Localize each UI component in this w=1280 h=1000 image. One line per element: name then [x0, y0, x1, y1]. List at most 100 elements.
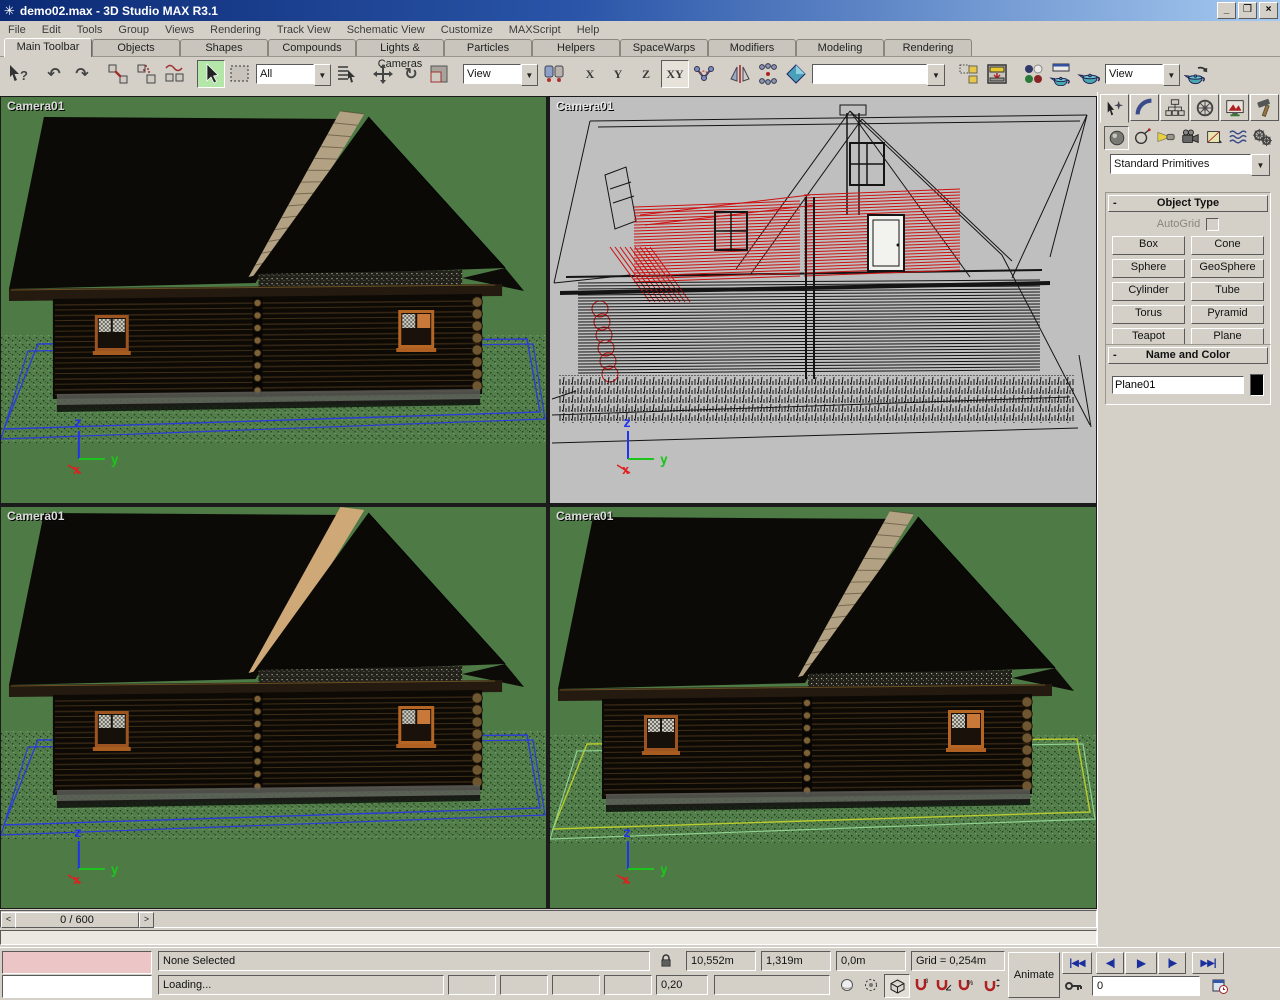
lights-category-button[interactable]	[1154, 126, 1177, 148]
utilities-tab[interactable]	[1250, 94, 1279, 121]
restrict-x-button[interactable]: X	[577, 61, 603, 87]
tab-spacewarps[interactable]: SpaceWarps	[620, 39, 708, 56]
object-category-dropdown[interactable]: Standard Primitives ▼	[1110, 154, 1270, 176]
cameras-category-button[interactable]	[1178, 126, 1201, 148]
chevron-down-icon[interactable]: ▼	[926, 64, 945, 86]
systems-category-button[interactable]	[1250, 126, 1273, 148]
menu-views[interactable]: Views	[157, 23, 202, 37]
manipulate-button[interactable]	[691, 61, 717, 87]
display-tab[interactable]	[1220, 94, 1249, 121]
next-frame-button[interactable]: |▶	[1158, 952, 1186, 974]
soft-selection-button[interactable]	[836, 975, 858, 995]
restrict-xy-plane-button[interactable]: XY	[661, 60, 689, 88]
viewport-bottom-right[interactable]: zyx Camera01	[550, 507, 1096, 908]
angle-snap-button[interactable]	[934, 975, 954, 995]
render-type-dropdown[interactable]: View ▼	[1105, 64, 1180, 86]
tab-particles[interactable]: Particles	[444, 39, 532, 56]
open-track-view-button[interactable]	[984, 61, 1010, 87]
go-to-end-button[interactable]: ▶▶|	[1192, 952, 1224, 974]
restrict-y-button[interactable]: Y	[605, 61, 631, 87]
time-prev-arrow[interactable]: <	[1, 912, 16, 928]
bind-to-spacewarp-button[interactable]	[161, 61, 187, 87]
object-type-sphere-button[interactable]: Sphere	[1112, 259, 1185, 278]
viewport-top-right[interactable]: zyx Camera01	[550, 97, 1096, 503]
object-type-cone-button[interactable]: Cone	[1191, 236, 1264, 255]
material-editor-button[interactable]	[1020, 61, 1046, 87]
menu-help[interactable]: Help	[569, 23, 608, 37]
select-by-name-button[interactable]	[334, 61, 360, 87]
array-button[interactable]	[783, 61, 809, 87]
open-schematic-view-button[interactable]	[956, 61, 982, 87]
previous-frame-button[interactable]: ◀|	[1096, 952, 1124, 974]
chevron-down-icon[interactable]: ▼	[1162, 64, 1180, 86]
select-and-rotate-button[interactable]: ↻	[398, 61, 424, 87]
tab-main-toolbar[interactable]: Main Toolbar	[4, 38, 92, 57]
restrict-z-button[interactable]: Z	[633, 61, 659, 87]
percent-snap-button[interactable]: %	[956, 975, 976, 995]
object-type-geosphere-button[interactable]: GeoSphere	[1191, 259, 1264, 278]
helpers-category-button[interactable]	[1202, 126, 1225, 148]
track-bar[interactable]	[0, 930, 1097, 945]
region-select-button[interactable]	[227, 61, 253, 87]
object-type-box-button[interactable]: Box	[1112, 236, 1185, 255]
menu-schematic-view[interactable]: Schematic View	[339, 23, 433, 37]
play-button[interactable]: ▶	[1125, 952, 1157, 974]
minimize-button[interactable]: _	[1217, 2, 1236, 19]
selection-lock-button[interactable]	[655, 951, 677, 971]
title-bar[interactable]: ✳ demo02.max - 3D Studio MAX R3.1 _ ❐ ×	[0, 0, 1280, 21]
maxscript-mini-listener-pink[interactable]	[2, 951, 152, 974]
snap-toggle-button[interactable]	[884, 974, 910, 998]
object-type-rollout-header[interactable]: - Object Type	[1108, 195, 1268, 212]
render-last-button[interactable]	[1183, 61, 1209, 87]
tab-helpers[interactable]: Helpers	[532, 39, 620, 56]
crossing-selection-button[interactable]	[860, 975, 882, 995]
time-slider-track[interactable]	[0, 910, 1097, 928]
chevron-down-icon[interactable]: ▼	[313, 64, 331, 86]
select-object-button[interactable]	[197, 60, 225, 88]
spinner-snap-button[interactable]	[982, 975, 1002, 995]
set-key-button[interactable]	[1062, 976, 1086, 996]
shapes-category-button[interactable]	[1130, 126, 1153, 148]
spacewarps-category-button[interactable]	[1226, 126, 1249, 148]
unlink-button[interactable]	[133, 61, 159, 87]
tab-modifiers[interactable]: Modifiers	[708, 39, 796, 56]
viewport-top-left[interactable]: zyx Camera01	[1, 97, 546, 503]
degradation-field[interactable]: 0,20	[656, 975, 708, 995]
object-color-swatch[interactable]	[1250, 374, 1264, 396]
coordinate-z-field[interactable]: 0,0m	[836, 951, 906, 971]
quick-render-button[interactable]	[1076, 61, 1102, 87]
animate-button[interactable]: Animate	[1008, 952, 1060, 998]
time-slider-thumb[interactable]: 0 / 600	[15, 912, 139, 928]
restore-button[interactable]: ❐	[1238, 2, 1257, 19]
viewport-label[interactable]: Camera01	[556, 99, 613, 113]
menu-rendering[interactable]: Rendering	[202, 23, 269, 37]
go-to-start-button[interactable]: |◀◀	[1062, 952, 1092, 974]
object-type-tube-button[interactable]: Tube	[1191, 282, 1264, 301]
select-and-scale-button[interactable]	[426, 61, 452, 87]
tab-objects[interactable]: Objects	[92, 39, 180, 56]
modify-tab[interactable]	[1130, 94, 1159, 121]
viewport-label[interactable]: Camera01	[556, 509, 613, 523]
object-type-cylinder-button[interactable]: Cylinder	[1112, 282, 1185, 301]
menu-maxscript[interactable]: MAXScript	[501, 23, 569, 37]
viewport-bottom-left[interactable]: zyx Camera01	[1, 507, 546, 908]
menu-file[interactable]: File	[0, 23, 34, 37]
create-tab[interactable]	[1100, 94, 1129, 123]
tab-rendering[interactable]: Rendering	[884, 39, 972, 56]
autogrid-checkbox[interactable]	[1206, 217, 1220, 231]
link-button[interactable]	[105, 61, 131, 87]
named-selection-sets-dropdown[interactable]: ▼	[812, 64, 945, 86]
menu-edit[interactable]: Edit	[34, 23, 69, 37]
viewport-label[interactable]: Camera01	[7, 509, 64, 523]
align-button[interactable]	[755, 61, 781, 87]
maxscript-mini-listener-white[interactable]	[2, 975, 152, 998]
object-type-torus-button[interactable]: Torus	[1112, 305, 1185, 324]
menu-group[interactable]: Group	[110, 23, 157, 37]
viewport-label[interactable]: Camera01	[7, 99, 64, 113]
name-color-rollout-header[interactable]: - Name and Color	[1108, 347, 1268, 364]
use-pivot-point-button[interactable]	[541, 61, 567, 87]
snap-3d-button[interactable]: 3	[912, 975, 932, 995]
chevron-down-icon[interactable]: ▼	[1251, 154, 1270, 176]
close-button[interactable]: ×	[1259, 2, 1278, 19]
time-next-arrow[interactable]: >	[139, 912, 154, 928]
